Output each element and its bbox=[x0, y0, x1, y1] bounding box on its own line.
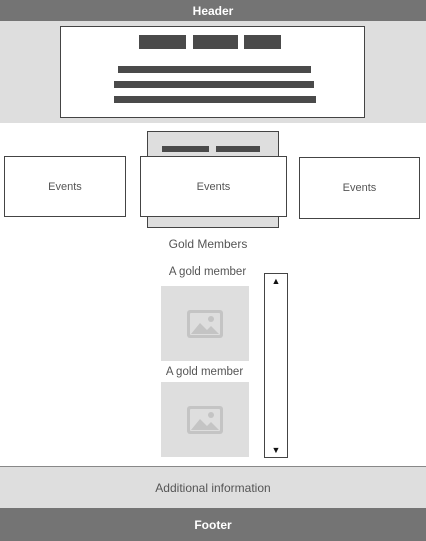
event-card-right[interactable]: Events bbox=[299, 157, 420, 219]
gold-member-label: A gold member bbox=[165, 366, 244, 378]
gold-members-scrollbar[interactable]: ▲ ▼ bbox=[264, 273, 288, 458]
scroll-up-arrow-icon[interactable]: ▲ bbox=[265, 276, 287, 286]
header-title: Header bbox=[192, 3, 234, 18]
hero-text-line bbox=[118, 66, 311, 73]
event-card-label: Events bbox=[342, 182, 377, 194]
hero-card bbox=[60, 26, 365, 118]
image-placeholder-icon bbox=[187, 309, 223, 338]
hero-nav-placeholder bbox=[139, 35, 186, 49]
carousel-text-line bbox=[216, 146, 260, 152]
gold-member-image[interactable] bbox=[161, 286, 249, 361]
page-header: Header bbox=[0, 0, 426, 21]
hero-text-line bbox=[114, 96, 316, 103]
gold-member-image[interactable] bbox=[161, 382, 249, 457]
additional-information-label: Additional information bbox=[155, 480, 271, 495]
scroll-down-arrow-icon[interactable]: ▼ bbox=[265, 445, 287, 455]
hero-nav-placeholder bbox=[244, 35, 281, 49]
event-card-label: Events bbox=[196, 180, 231, 193]
event-card-left[interactable]: Events bbox=[4, 156, 126, 217]
gold-members-title: Gold Members bbox=[168, 237, 248, 251]
image-placeholder-icon bbox=[187, 405, 223, 434]
gold-member-label: A gold member bbox=[168, 266, 247, 278]
hero-banner bbox=[0, 21, 426, 123]
hero-text-line bbox=[114, 81, 314, 88]
additional-information-section: Additional information bbox=[0, 466, 426, 508]
page-footer: Footer bbox=[0, 508, 426, 541]
carousel-text-line bbox=[162, 146, 209, 152]
hero-nav-placeholder bbox=[193, 35, 238, 49]
event-card-label: Events bbox=[48, 180, 82, 193]
event-card-center[interactable]: Events bbox=[140, 156, 287, 217]
footer-title: Footer bbox=[194, 517, 232, 532]
